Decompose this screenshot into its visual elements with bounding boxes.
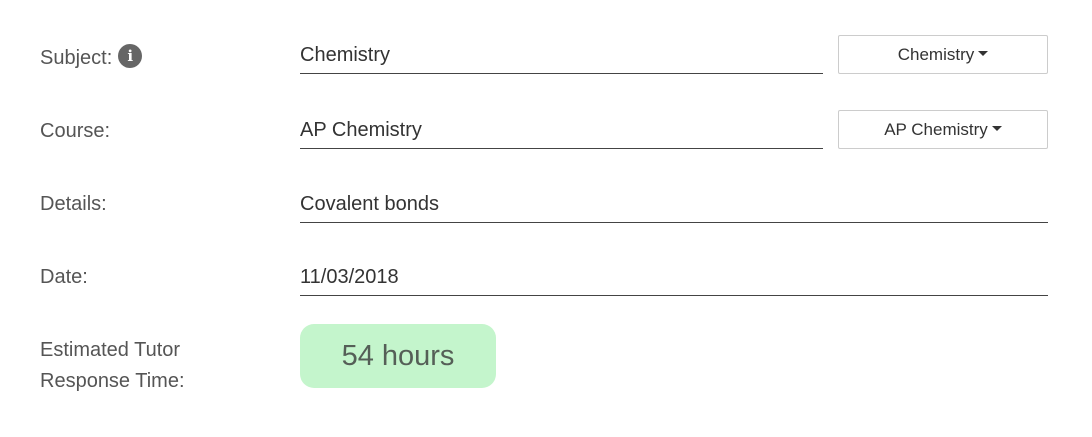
chevron-down-icon (991, 126, 1002, 132)
tutor-request-form: Subject: i Chemistry Chemistry Course: AP… (0, 0, 1092, 437)
course-field[interactable]: AP Chemistry (300, 112, 823, 149)
chevron-down-icon (978, 51, 989, 57)
response-time-badge: 54 hours (300, 324, 496, 388)
course-dropdown-label: AP Chemistry (884, 120, 988, 139)
course-label: Course: (40, 120, 111, 142)
subject-field[interactable]: Chemistry (300, 37, 823, 74)
details-field[interactable]: Covalent bonds (300, 186, 1048, 223)
date-field[interactable]: 11/03/2018 (300, 259, 1048, 296)
details-label: Details: (40, 193, 107, 215)
info-icon[interactable]: i (118, 43, 143, 68)
subject-dropdown-label: Chemistry (897, 45, 975, 64)
subject-label: Subject: i (40, 43, 143, 73)
response-time-label-line1: Estimated Tutor (40, 339, 181, 361)
subject-label-text: Subject: (40, 47, 113, 69)
subject-dropdown[interactable]: Chemistry (838, 35, 1048, 74)
response-time-label: Estimated Tutor Response Time: (40, 335, 240, 397)
course-dropdown[interactable]: AP Chemistry (838, 110, 1048, 149)
date-label: Date: (40, 266, 88, 288)
response-time-label-line2: Response Time: (40, 370, 185, 392)
